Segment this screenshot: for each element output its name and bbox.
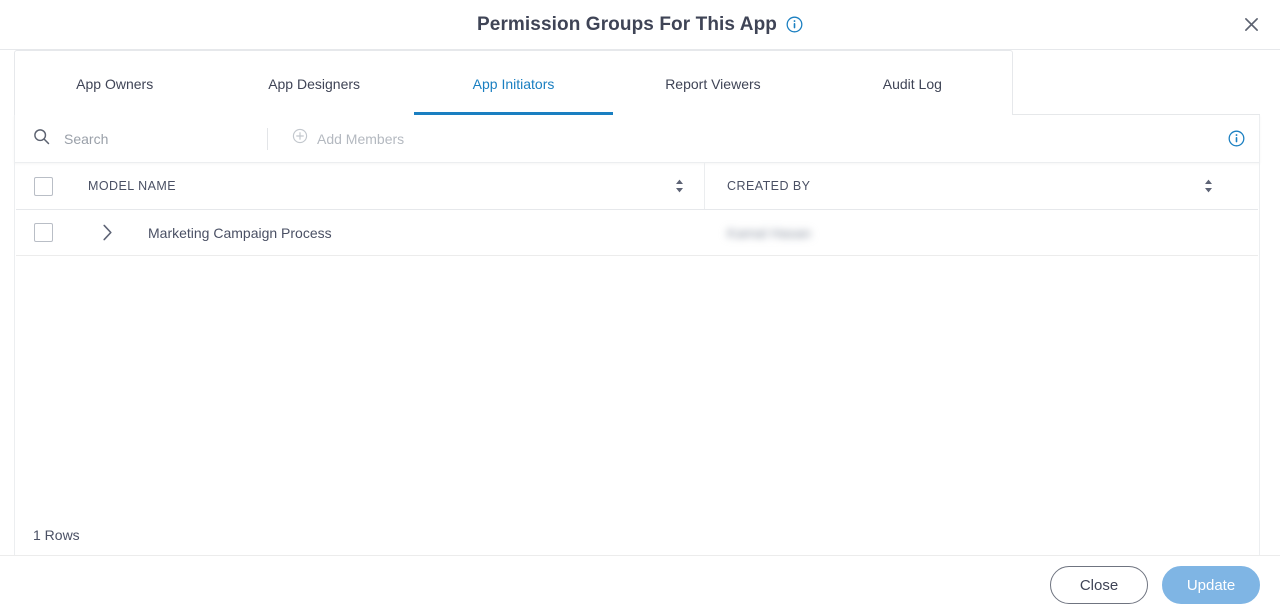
add-members-label: Add Members: [317, 130, 405, 147]
row-count-label: 1 Rows: [33, 527, 80, 543]
dialog-title-wrap: Permission Groups For This App: [477, 15, 803, 34]
dialog-header: Permission Groups For This App: [0, 0, 1280, 50]
tabs-card: App Owners App Designers App Initiators …: [14, 50, 1013, 115]
table-toolbar: Add Members: [14, 115, 1260, 163]
search-icon: [33, 128, 50, 150]
tab-label: App Initiators: [472, 76, 555, 92]
row-select-cell: [34, 223, 88, 242]
page-title: Permission Groups For This App: [477, 14, 777, 35]
tab-label: App Owners: [76, 76, 154, 92]
tab-app-owners[interactable]: App Owners: [15, 51, 214, 115]
row-checkbox[interactable]: [34, 223, 53, 242]
tab-bar: App Owners App Designers App Initiators …: [0, 50, 1280, 115]
dialog-footer: Close Update: [0, 555, 1280, 614]
column-header-label: CREATED BY: [727, 179, 811, 193]
tab-label: Audit Log: [882, 76, 942, 92]
table-header-row: MODEL NAME CREATED BY: [16, 163, 1258, 210]
search-input[interactable]: [62, 129, 242, 148]
add-members-button[interactable]: Add Members: [268, 115, 404, 162]
table-body: Marketing Campaign Process Kamal Hasan 1…: [15, 210, 1259, 555]
select-all-cell: [34, 176, 88, 196]
tab-app-initiators[interactable]: App Initiators: [413, 51, 614, 115]
tab-label: Report Viewers: [665, 76, 761, 92]
tab-app-designers[interactable]: App Designers: [214, 51, 413, 115]
update-button[interactable]: Update: [1162, 566, 1260, 604]
created-by-value: Kamal Hasan: [727, 224, 812, 241]
tab-report-viewers[interactable]: Report Viewers: [613, 51, 812, 115]
table-row[interactable]: Marketing Campaign Process Kamal Hasan: [16, 210, 1258, 256]
close-icon[interactable]: [1236, 10, 1266, 40]
info-circle-icon[interactable]: [786, 16, 803, 33]
select-all-checkbox[interactable]: [34, 176, 53, 196]
plus-circle-icon: [292, 128, 308, 149]
permissions-table: MODEL NAME CREATED BY Marketing Campaign…: [14, 163, 1260, 555]
tab-label: App Designers: [268, 76, 361, 92]
sort-arrows-icon[interactable]: [1204, 179, 1213, 193]
cell-created-by: Kamal Hasan: [705, 225, 1258, 241]
permission-groups-dialog: Permission Groups For This App App Owner…: [0, 0, 1280, 614]
cell-model-name: Marketing Campaign Process: [148, 224, 332, 241]
search-box[interactable]: [15, 115, 267, 162]
column-model-name[interactable]: MODEL NAME: [88, 163, 705, 209]
chevron-right-icon[interactable]: [102, 224, 134, 241]
toolbar-info-icon[interactable]: [1228, 130, 1245, 147]
close-button[interactable]: Close: [1050, 566, 1148, 604]
column-created-by[interactable]: CREATED BY: [705, 163, 1258, 209]
column-header-label: MODEL NAME: [88, 179, 177, 193]
tab-audit-log[interactable]: Audit Log: [813, 51, 1012, 115]
sort-arrows-icon[interactable]: [675, 179, 684, 193]
